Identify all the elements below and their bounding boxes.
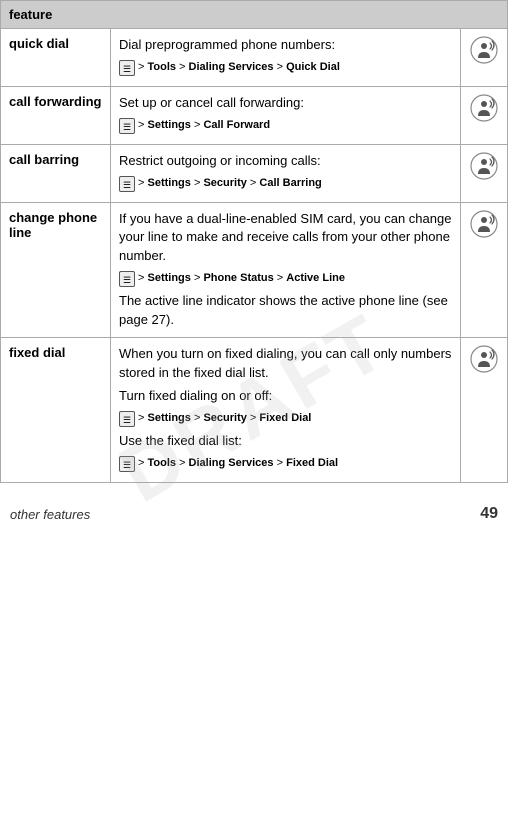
menu-icon bbox=[119, 271, 135, 287]
footer-left-text: other features bbox=[10, 507, 90, 522]
menu-path: > Settings > Call Forward bbox=[119, 118, 452, 134]
feature-icon bbox=[469, 209, 499, 239]
feature-description-cell: Restrict outgoing or incoming calls: > S… bbox=[111, 144, 461, 202]
menu-icon bbox=[119, 60, 135, 76]
table-row: call forwardingSet up or cancel call for… bbox=[1, 86, 508, 144]
feature-icon-cell bbox=[461, 337, 508, 482]
feature-icon bbox=[469, 93, 499, 123]
path-text: > Tools > Dialing Services > Quick Dial bbox=[138, 60, 340, 76]
feature-icon-cell bbox=[461, 144, 508, 202]
table-row: change phone lineIf you have a dual-line… bbox=[1, 202, 508, 337]
menu-icon bbox=[119, 176, 135, 192]
menu-icon bbox=[119, 456, 135, 472]
table-row: quick dialDial preprogrammed phone numbe… bbox=[1, 29, 508, 87]
menu-icon bbox=[119, 118, 135, 134]
menu-prefix: Use the fixed dial list: bbox=[119, 432, 452, 451]
description-text: Set up or cancel call forwarding: bbox=[119, 95, 304, 110]
feature-name-cell: call forwarding bbox=[1, 86, 111, 144]
feature-table: feature quick dialDial preprogrammed pho… bbox=[0, 0, 508, 483]
menu-icon bbox=[119, 411, 135, 427]
path-text: > Tools > Dialing Services > Fixed Dial bbox=[138, 456, 338, 472]
feature-description-cell: Set up or cancel call forwarding: > Sett… bbox=[111, 86, 461, 144]
description-text: Dial preprogrammed phone numbers: bbox=[119, 37, 335, 52]
feature-description-cell: When you turn on fixed dialing, you can … bbox=[111, 337, 461, 482]
feature-icon bbox=[469, 151, 499, 181]
menu-path: > Settings > Phone Status > Active Line bbox=[119, 271, 452, 287]
feature-icon-cell bbox=[461, 86, 508, 144]
feature-name-cell: fixed dial bbox=[1, 337, 111, 482]
feature-description-cell: If you have a dual-line-enabled SIM card… bbox=[111, 202, 461, 337]
menu-prefix: Turn fixed dialing on or off: bbox=[119, 387, 452, 406]
footer-right-text: 49 bbox=[480, 505, 498, 523]
feature-name-cell: quick dial bbox=[1, 29, 111, 87]
feature-icon bbox=[469, 35, 499, 65]
menu-path: > Settings > Security > Call Barring bbox=[119, 176, 452, 192]
menu-path: > Tools > Dialing Services > Fixed Dial bbox=[119, 456, 452, 472]
note-text: The active line indicator shows the acti… bbox=[119, 292, 452, 330]
path-text: > Settings > Phone Status > Active Line bbox=[138, 271, 345, 287]
table-row: call barringRestrict outgoing or incomin… bbox=[1, 144, 508, 202]
path-text: > Settings > Call Forward bbox=[138, 118, 270, 134]
feature-name-cell: call barring bbox=[1, 144, 111, 202]
path-text: > Settings > Security > Call Barring bbox=[138, 176, 322, 192]
feature-description-cell: Dial preprogrammed phone numbers: > Tool… bbox=[111, 29, 461, 87]
feature-icon-cell bbox=[461, 29, 508, 87]
feature-name-cell: change phone line bbox=[1, 202, 111, 337]
page-wrapper: feature quick dialDial preprogrammed pho… bbox=[0, 0, 508, 529]
table-header: feature bbox=[1, 1, 508, 29]
menu-path: > Tools > Dialing Services > Quick Dial bbox=[119, 60, 452, 76]
description-text: If you have a dual-line-enabled SIM card… bbox=[119, 211, 451, 264]
description-text: When you turn on fixed dialing, you can … bbox=[119, 346, 451, 380]
feature-icon-cell bbox=[461, 202, 508, 337]
path-text: > Settings > Security > Fixed Dial bbox=[138, 411, 311, 427]
menu-path: > Settings > Security > Fixed Dial bbox=[119, 411, 452, 427]
table-row: fixed dialWhen you turn on fixed dialing… bbox=[1, 337, 508, 482]
feature-icon bbox=[469, 344, 499, 374]
footer: other features 49 bbox=[0, 495, 508, 529]
description-text: Restrict outgoing or incoming calls: bbox=[119, 153, 321, 168]
